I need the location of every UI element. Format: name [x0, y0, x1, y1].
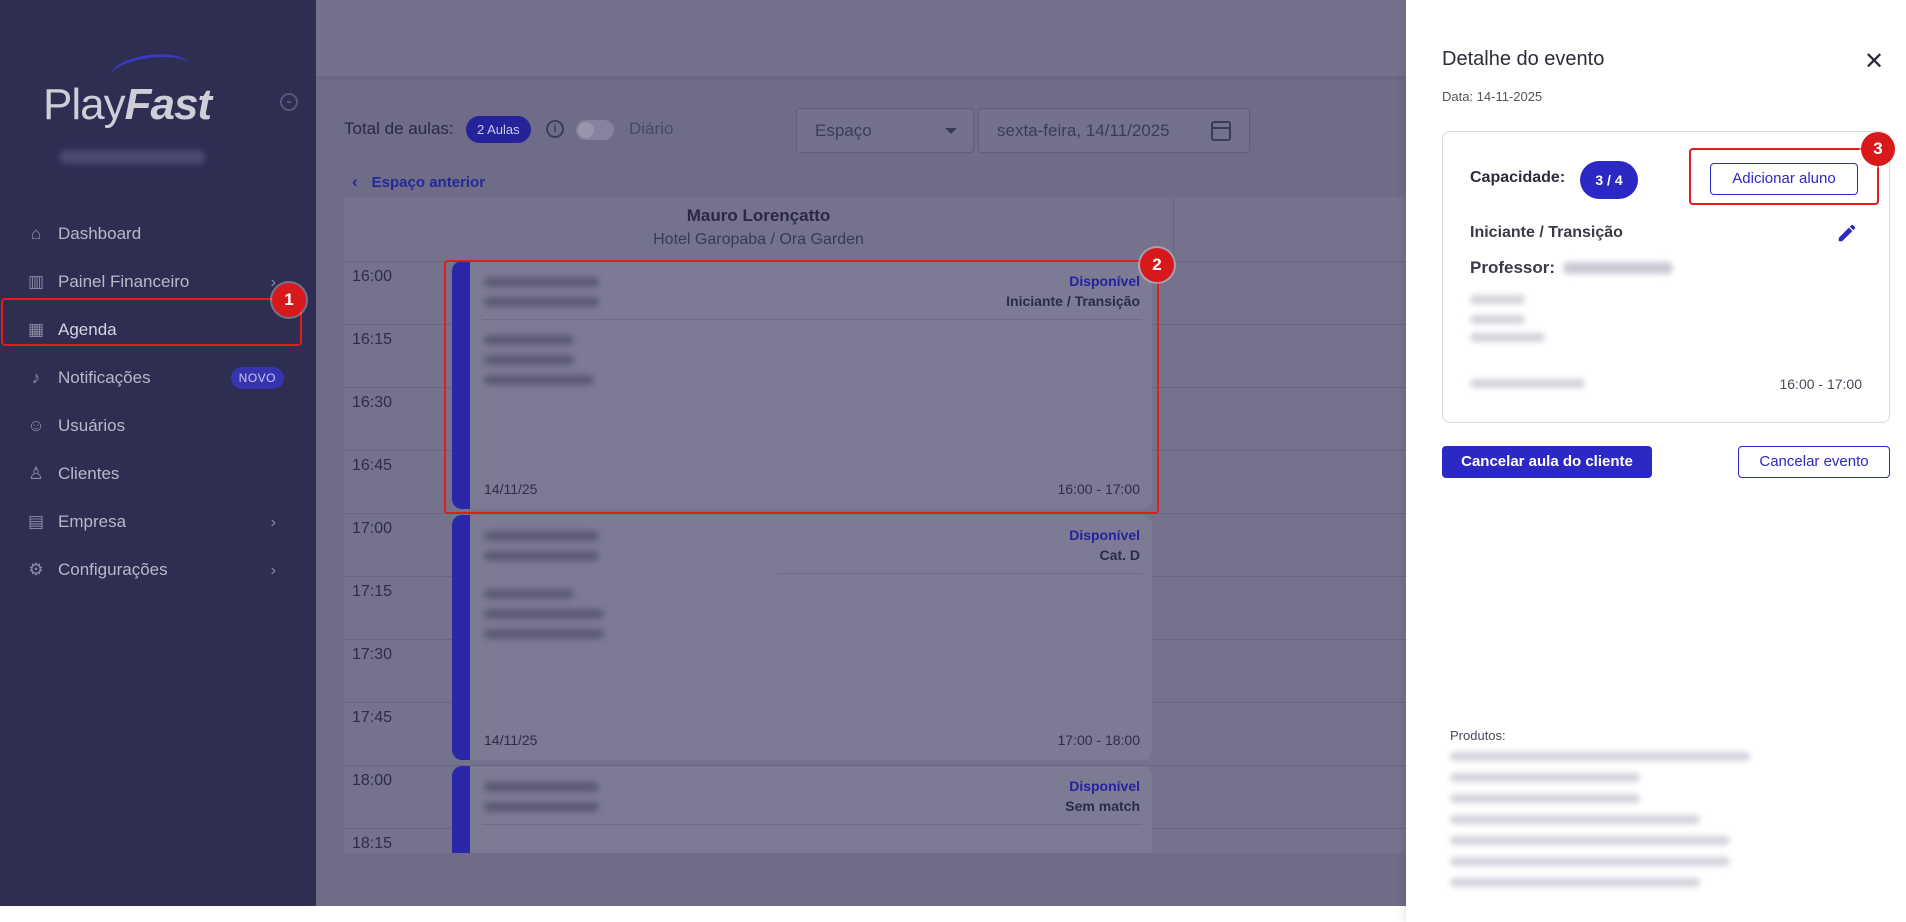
- annotation-marker-2: 2: [1140, 248, 1174, 282]
- sidebar-item-empresa[interactable]: ▤ Empresa ›: [0, 498, 316, 546]
- blurred-product: [1450, 815, 1700, 824]
- event-level: Cat. D: [1099, 547, 1140, 563]
- event-color-bar: [452, 515, 470, 760]
- sidebar-item-usuarios[interactable]: ☺ Usuários: [0, 402, 316, 450]
- sidebar-item-notificacoes[interactable]: ♪ Notificações NOVO: [0, 354, 316, 402]
- building-icon: ▤: [27, 512, 45, 531]
- blurred-text: [484, 609, 604, 619]
- chevron-left-icon: ‹: [352, 172, 358, 191]
- blurred-text: [484, 802, 599, 812]
- user-plus-icon: ☺: [27, 416, 45, 435]
- cancel-client-class-button[interactable]: Cancelar aula do cliente: [1442, 446, 1652, 478]
- event-detail-card: Capacidade: 3 / 4 Adicionar aluno 3 Inic…: [1442, 131, 1895, 423]
- event-divider: [482, 824, 1142, 825]
- event-level: Sem match: [1065, 798, 1140, 814]
- event-date: 14/11/25: [484, 732, 538, 748]
- blurred-text: [1470, 295, 1525, 304]
- sidebar: PlayFast ⌂ Dashboard ▥ Painel Financeiro…: [0, 0, 316, 906]
- event-card[interactable]: Disponível Cat. D 14/11/25 17:00 - 18:00: [452, 515, 1152, 760]
- sidebar-item-clientes[interactable]: ♙ Clientes: [0, 450, 316, 498]
- event-time: 17:00 - 18:00: [1057, 732, 1140, 748]
- chart-icon: ▥: [27, 272, 45, 291]
- daily-label: Diário: [629, 119, 674, 138]
- total-classes-badge: 2 Aulas: [466, 116, 531, 143]
- info-icon[interactable]: i: [546, 120, 564, 138]
- blurred-text: [484, 531, 599, 541]
- gear-icon: ⚙: [28, 560, 44, 579]
- calendar-column-header: Mauro Lorençatto Hotel Garopaba / Ora Ga…: [344, 197, 1174, 261]
- playfast-logo[interactable]: PlayFast: [43, 80, 212, 130]
- blurred-text: [1470, 379, 1585, 388]
- professor-label: Professor:: [1470, 258, 1556, 277]
- blurred-text: [484, 629, 604, 639]
- bottom-strip: [0, 906, 1406, 922]
- panel-title: Detalhe do evento: [1442, 48, 1605, 70]
- products-label: Produtos:: [1450, 728, 1506, 743]
- blurred-product: [1450, 752, 1750, 761]
- chevron-right-icon: ›: [270, 514, 276, 531]
- event-card[interactable]: Disponível Sem match: [452, 766, 1152, 853]
- annotation-marker-1: 1: [272, 283, 306, 317]
- blurred-text: [484, 589, 574, 599]
- top-bar: [316, 0, 1406, 76]
- date-picker[interactable]: sexta-feira, 14/11/2025: [978, 108, 1250, 153]
- app-root: PlayFast ⌂ Dashboard ▥ Painel Financeiro…: [0, 0, 1906, 922]
- column-coach-name: Mauro Lorençatto: [686, 206, 831, 225]
- event-divider: [777, 573, 1142, 574]
- daily-toggle[interactable]: [576, 120, 614, 140]
- user-icon: ♙: [28, 464, 44, 483]
- event-detail-panel: Detalhe do evento ✕ Data: 14-11-2025 Cap…: [1406, 0, 1906, 922]
- capacity-badge: 3 / 4: [1580, 161, 1638, 199]
- total-classes-label: Total de aulas:: [344, 119, 454, 138]
- space-select[interactable]: Espaço: [796, 108, 974, 153]
- event-color-bar: [452, 766, 470, 853]
- blurred-text: [1470, 315, 1525, 324]
- previous-space-link[interactable]: ‹ Espaço anterior: [352, 172, 485, 192]
- panel-date: Data: 14-11-2025: [1442, 89, 1543, 104]
- blurred-account-name: [60, 150, 205, 164]
- collapse-sidebar-icon[interactable]: [280, 93, 298, 111]
- new-badge: NOVO: [230, 367, 284, 389]
- blurred-product: [1450, 857, 1730, 866]
- highlight-box-event: [444, 260, 1159, 514]
- sidebar-item-dashboard[interactable]: ⌂ Dashboard: [0, 210, 316, 258]
- pencil-icon[interactable]: [1836, 222, 1858, 244]
- blurred-product: [1450, 773, 1640, 782]
- close-icon[interactable]: ✕: [1864, 50, 1884, 74]
- main-content: Total de aulas: 2 Aulas i Diário Espaço …: [316, 0, 1406, 906]
- chevron-right-icon: ›: [270, 562, 276, 579]
- sidebar-nav: ⌂ Dashboard ▥ Painel Financeiro › ▦ Agen…: [0, 210, 316, 594]
- blurred-professor-name: [1563, 262, 1673, 274]
- blurred-text: [484, 551, 599, 561]
- sidebar-item-configuracoes[interactable]: ⚙ Configurações ›: [0, 546, 316, 594]
- bell-icon: ♪: [31, 368, 41, 387]
- cancel-event-button[interactable]: Cancelar evento: [1738, 446, 1890, 478]
- home-icon: ⌂: [30, 224, 42, 243]
- annotation-marker-3: 3: [1861, 132, 1895, 166]
- blurred-product: [1450, 794, 1640, 803]
- blurred-product: [1450, 878, 1700, 887]
- calendar-icon[interactable]: [1211, 121, 1231, 141]
- event-level-title: Iniciante / Transição: [1470, 224, 1623, 241]
- blurred-text: [1470, 333, 1545, 342]
- blurred-product: [1450, 836, 1730, 845]
- column-place: Hotel Garopaba / Ora Garden: [653, 231, 864, 248]
- caret-down-icon: [945, 128, 957, 134]
- event-status: Disponível: [1069, 527, 1140, 543]
- event-time: 16:00 - 17:00: [1779, 376, 1862, 392]
- blurred-text: [484, 782, 599, 792]
- highlight-box-add-student: [1689, 148, 1879, 205]
- event-status: Disponível: [1069, 778, 1140, 794]
- capacity-label: Capacidade:: [1470, 169, 1566, 186]
- highlight-box-agenda: [1, 298, 302, 346]
